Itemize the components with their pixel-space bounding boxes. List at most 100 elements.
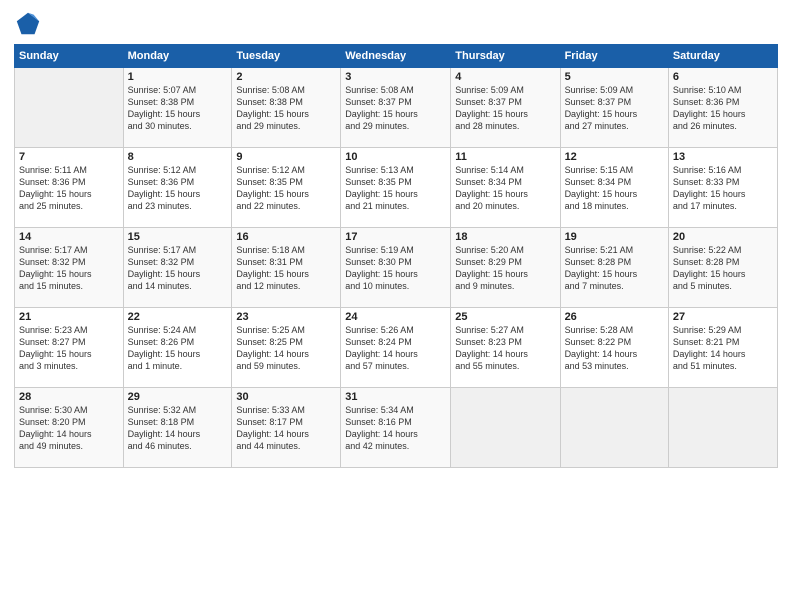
- calendar-cell: 5Sunrise: 5:09 AM Sunset: 8:37 PM Daylig…: [560, 68, 668, 148]
- day-info: Sunrise: 5:28 AM Sunset: 8:22 PM Dayligh…: [565, 324, 664, 373]
- calendar-week-row: 28Sunrise: 5:30 AM Sunset: 8:20 PM Dayli…: [15, 388, 778, 468]
- day-info: Sunrise: 5:22 AM Sunset: 8:28 PM Dayligh…: [673, 244, 773, 293]
- day-info: Sunrise: 5:17 AM Sunset: 8:32 PM Dayligh…: [19, 244, 119, 293]
- calendar-cell: 31Sunrise: 5:34 AM Sunset: 8:16 PM Dayli…: [341, 388, 451, 468]
- day-number: 9: [236, 151, 336, 163]
- calendar-week-row: 21Sunrise: 5:23 AM Sunset: 8:27 PM Dayli…: [15, 308, 778, 388]
- calendar-cell: 9Sunrise: 5:12 AM Sunset: 8:35 PM Daylig…: [232, 148, 341, 228]
- calendar-cell: 2Sunrise: 5:08 AM Sunset: 8:38 PM Daylig…: [232, 68, 341, 148]
- day-info: Sunrise: 5:24 AM Sunset: 8:26 PM Dayligh…: [128, 324, 228, 373]
- calendar-cell: 23Sunrise: 5:25 AM Sunset: 8:25 PM Dayli…: [232, 308, 341, 388]
- calendar-cell: 29Sunrise: 5:32 AM Sunset: 8:18 PM Dayli…: [123, 388, 232, 468]
- calendar-cell: 20Sunrise: 5:22 AM Sunset: 8:28 PM Dayli…: [668, 228, 777, 308]
- day-number: 10: [345, 151, 446, 163]
- weekday-header-row: SundayMondayTuesdayWednesdayThursdayFrid…: [15, 45, 778, 68]
- calendar-table: SundayMondayTuesdayWednesdayThursdayFrid…: [14, 44, 778, 468]
- day-info: Sunrise: 5:15 AM Sunset: 8:34 PM Dayligh…: [565, 164, 664, 213]
- day-number: 22: [128, 311, 228, 323]
- calendar-cell: 12Sunrise: 5:15 AM Sunset: 8:34 PM Dayli…: [560, 148, 668, 228]
- header: [14, 10, 778, 38]
- day-number: 24: [345, 311, 446, 323]
- calendar-cell: [668, 388, 777, 468]
- calendar-cell: 6Sunrise: 5:10 AM Sunset: 8:36 PM Daylig…: [668, 68, 777, 148]
- day-info: Sunrise: 5:34 AM Sunset: 8:16 PM Dayligh…: [345, 404, 446, 453]
- day-info: Sunrise: 5:18 AM Sunset: 8:31 PM Dayligh…: [236, 244, 336, 293]
- day-number: 18: [455, 231, 555, 243]
- day-info: Sunrise: 5:20 AM Sunset: 8:29 PM Dayligh…: [455, 244, 555, 293]
- weekday-header-sunday: Sunday: [15, 45, 124, 68]
- day-number: 14: [19, 231, 119, 243]
- day-info: Sunrise: 5:13 AM Sunset: 8:35 PM Dayligh…: [345, 164, 446, 213]
- day-info: Sunrise: 5:14 AM Sunset: 8:34 PM Dayligh…: [455, 164, 555, 213]
- day-info: Sunrise: 5:21 AM Sunset: 8:28 PM Dayligh…: [565, 244, 664, 293]
- calendar-cell: 17Sunrise: 5:19 AM Sunset: 8:30 PM Dayli…: [341, 228, 451, 308]
- day-info: Sunrise: 5:32 AM Sunset: 8:18 PM Dayligh…: [128, 404, 228, 453]
- day-info: Sunrise: 5:26 AM Sunset: 8:24 PM Dayligh…: [345, 324, 446, 373]
- calendar-cell: 21Sunrise: 5:23 AM Sunset: 8:27 PM Dayli…: [15, 308, 124, 388]
- calendar-cell: 25Sunrise: 5:27 AM Sunset: 8:23 PM Dayli…: [451, 308, 560, 388]
- day-info: Sunrise: 5:09 AM Sunset: 8:37 PM Dayligh…: [455, 84, 555, 133]
- day-number: 7: [19, 151, 119, 163]
- day-number: 15: [128, 231, 228, 243]
- calendar-cell: 28Sunrise: 5:30 AM Sunset: 8:20 PM Dayli…: [15, 388, 124, 468]
- calendar-cell: 26Sunrise: 5:28 AM Sunset: 8:22 PM Dayli…: [560, 308, 668, 388]
- day-number: 3: [345, 71, 446, 83]
- day-number: 6: [673, 71, 773, 83]
- day-number: 8: [128, 151, 228, 163]
- day-number: 19: [565, 231, 664, 243]
- day-number: 29: [128, 391, 228, 403]
- logo-icon: [14, 10, 42, 38]
- calendar-header: SundayMondayTuesdayWednesdayThursdayFrid…: [15, 45, 778, 68]
- calendar-cell: 22Sunrise: 5:24 AM Sunset: 8:26 PM Dayli…: [123, 308, 232, 388]
- calendar-cell: 4Sunrise: 5:09 AM Sunset: 8:37 PM Daylig…: [451, 68, 560, 148]
- day-number: 1: [128, 71, 228, 83]
- day-info: Sunrise: 5:08 AM Sunset: 8:38 PM Dayligh…: [236, 84, 336, 133]
- day-number: 26: [565, 311, 664, 323]
- day-number: 31: [345, 391, 446, 403]
- day-number: 13: [673, 151, 773, 163]
- day-info: Sunrise: 5:07 AM Sunset: 8:38 PM Dayligh…: [128, 84, 228, 133]
- calendar-cell: [451, 388, 560, 468]
- calendar-cell: 10Sunrise: 5:13 AM Sunset: 8:35 PM Dayli…: [341, 148, 451, 228]
- day-number: 16: [236, 231, 336, 243]
- logo: [14, 10, 46, 38]
- calendar-cell: 7Sunrise: 5:11 AM Sunset: 8:36 PM Daylig…: [15, 148, 124, 228]
- calendar-cell: 19Sunrise: 5:21 AM Sunset: 8:28 PM Dayli…: [560, 228, 668, 308]
- calendar-week-row: 7Sunrise: 5:11 AM Sunset: 8:36 PM Daylig…: [15, 148, 778, 228]
- day-number: 28: [19, 391, 119, 403]
- day-info: Sunrise: 5:11 AM Sunset: 8:36 PM Dayligh…: [19, 164, 119, 213]
- day-info: Sunrise: 5:17 AM Sunset: 8:32 PM Dayligh…: [128, 244, 228, 293]
- calendar-week-row: 14Sunrise: 5:17 AM Sunset: 8:32 PM Dayli…: [15, 228, 778, 308]
- day-number: 11: [455, 151, 555, 163]
- calendar-cell: 30Sunrise: 5:33 AM Sunset: 8:17 PM Dayli…: [232, 388, 341, 468]
- day-info: Sunrise: 5:27 AM Sunset: 8:23 PM Dayligh…: [455, 324, 555, 373]
- day-number: 27: [673, 311, 773, 323]
- day-number: 5: [565, 71, 664, 83]
- weekday-header-monday: Monday: [123, 45, 232, 68]
- day-info: Sunrise: 5:10 AM Sunset: 8:36 PM Dayligh…: [673, 84, 773, 133]
- day-number: 4: [455, 71, 555, 83]
- page: SundayMondayTuesdayWednesdayThursdayFrid…: [0, 0, 792, 612]
- day-number: 20: [673, 231, 773, 243]
- day-number: 25: [455, 311, 555, 323]
- weekday-header-tuesday: Tuesday: [232, 45, 341, 68]
- day-info: Sunrise: 5:08 AM Sunset: 8:37 PM Dayligh…: [345, 84, 446, 133]
- calendar-body: 1Sunrise: 5:07 AM Sunset: 8:38 PM Daylig…: [15, 68, 778, 468]
- calendar-cell: 1Sunrise: 5:07 AM Sunset: 8:38 PM Daylig…: [123, 68, 232, 148]
- day-info: Sunrise: 5:23 AM Sunset: 8:27 PM Dayligh…: [19, 324, 119, 373]
- calendar-cell: 24Sunrise: 5:26 AM Sunset: 8:24 PM Dayli…: [341, 308, 451, 388]
- weekday-header-wednesday: Wednesday: [341, 45, 451, 68]
- calendar-cell: 8Sunrise: 5:12 AM Sunset: 8:36 PM Daylig…: [123, 148, 232, 228]
- weekday-header-saturday: Saturday: [668, 45, 777, 68]
- weekday-header-friday: Friday: [560, 45, 668, 68]
- day-info: Sunrise: 5:29 AM Sunset: 8:21 PM Dayligh…: [673, 324, 773, 373]
- weekday-header-thursday: Thursday: [451, 45, 560, 68]
- day-number: 12: [565, 151, 664, 163]
- calendar-cell: 18Sunrise: 5:20 AM Sunset: 8:29 PM Dayli…: [451, 228, 560, 308]
- day-info: Sunrise: 5:16 AM Sunset: 8:33 PM Dayligh…: [673, 164, 773, 213]
- calendar-cell: 13Sunrise: 5:16 AM Sunset: 8:33 PM Dayli…: [668, 148, 777, 228]
- calendar-cell: 14Sunrise: 5:17 AM Sunset: 8:32 PM Dayli…: [15, 228, 124, 308]
- day-number: 23: [236, 311, 336, 323]
- calendar-cell: 11Sunrise: 5:14 AM Sunset: 8:34 PM Dayli…: [451, 148, 560, 228]
- day-info: Sunrise: 5:12 AM Sunset: 8:36 PM Dayligh…: [128, 164, 228, 213]
